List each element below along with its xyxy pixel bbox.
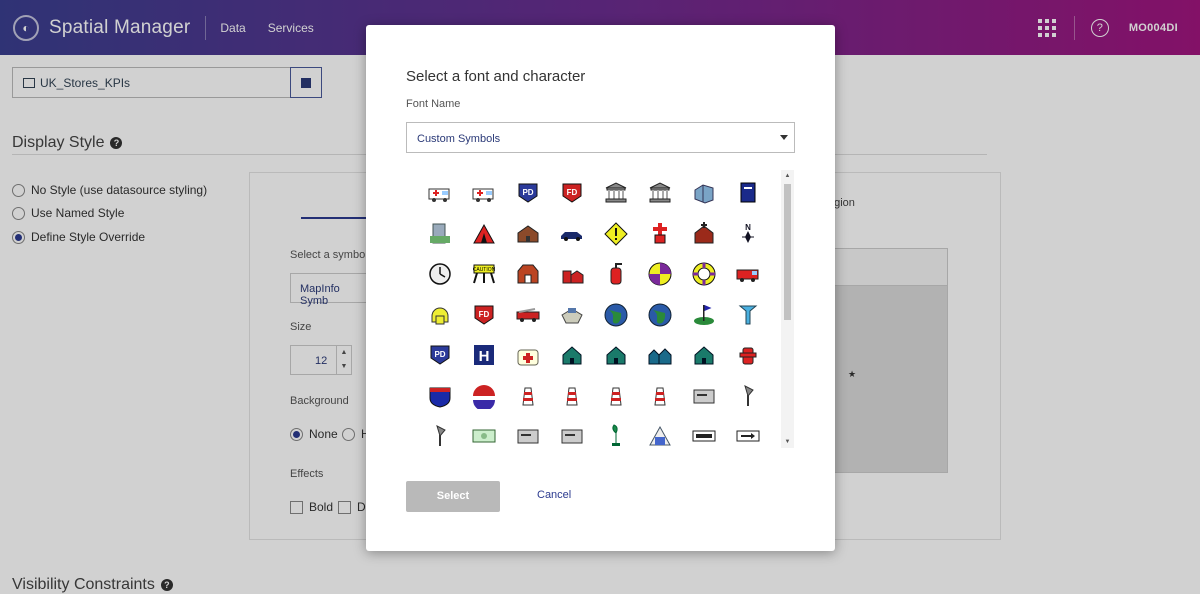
mailbox-3-icon[interactable]	[550, 416, 594, 449]
bank-2-icon[interactable]	[638, 173, 682, 214]
select-button[interactable]: Select	[406, 481, 500, 512]
fire-helmet-icon[interactable]	[418, 295, 462, 336]
font-name-select[interactable]: Custom Symbols	[406, 122, 795, 153]
dialog-title: Select a font and character	[406, 68, 586, 85]
globe-icon[interactable]	[594, 295, 638, 336]
hospital-icon[interactable]: H	[462, 335, 506, 376]
museum-icon[interactable]	[638, 416, 682, 449]
cabin-icon[interactable]	[506, 214, 550, 255]
fire-hydrant-icon[interactable]	[726, 335, 770, 376]
svg-text:PD: PD	[434, 350, 445, 359]
first-aid-kit-icon[interactable]	[506, 335, 550, 376]
car-icon[interactable]	[550, 214, 594, 255]
warning-sign-icon[interactable]	[594, 214, 638, 255]
lighthouse-3-icon[interactable]	[594, 376, 638, 417]
lamp-2-icon[interactable]	[418, 416, 462, 449]
ambulance-2-icon[interactable]	[462, 173, 506, 214]
house-2-icon[interactable]	[594, 335, 638, 376]
lighthouse-2-icon[interactable]	[550, 376, 594, 417]
cross-icon[interactable]	[638, 214, 682, 255]
barn-icon[interactable]	[506, 254, 550, 295]
grid-scrollbar[interactable]: ▲ ▼	[781, 170, 794, 448]
ship-icon[interactable]	[550, 295, 594, 336]
clock-icon[interactable]	[418, 254, 462, 295]
svg-text:H: H	[479, 348, 490, 365]
us-highway-shield-icon[interactable]	[462, 376, 506, 417]
building-icon[interactable]	[682, 173, 726, 214]
life-ring-icon[interactable]	[682, 254, 726, 295]
svg-text:FD: FD	[567, 188, 578, 197]
svg-text:CAUTION: CAUTION	[473, 267, 496, 273]
font-character-dialog: Select a font and character Font Name Cu…	[366, 25, 835, 551]
book-icon[interactable]	[726, 173, 770, 214]
lighthouse-icon[interactable]	[506, 376, 550, 417]
tent-icon[interactable]	[462, 214, 506, 255]
font-name-label: Font Name	[406, 98, 461, 110]
chevron-down-icon	[780, 135, 788, 140]
character-grid-container: PD FD N CAUTION FD PD H	[406, 169, 795, 449]
police-badge-2-icon[interactable]: PD	[418, 335, 462, 376]
plant-icon[interactable]	[594, 416, 638, 449]
compass-icon[interactable]: N	[726, 214, 770, 255]
golf-flag-icon[interactable]	[682, 295, 726, 336]
church-icon[interactable]	[682, 214, 726, 255]
office-building-icon[interactable]	[418, 214, 462, 255]
font-name-value: Custom Symbols	[417, 133, 501, 145]
svg-text:N: N	[745, 223, 751, 232]
arrow-bill-icon[interactable]	[726, 416, 770, 449]
fire-truck-icon[interactable]	[726, 254, 770, 295]
cancel-button[interactable]: Cancel	[537, 489, 571, 501]
fire-dept-badge-2-icon[interactable]: FD	[462, 295, 506, 336]
house-3-icon[interactable]	[682, 335, 726, 376]
svg-text:FD: FD	[479, 310, 490, 319]
quadrant-target-icon[interactable]	[638, 254, 682, 295]
character-grid: PD FD N CAUTION FD PD H	[418, 173, 770, 449]
svg-text:PD: PD	[522, 188, 533, 197]
dollar-bill-icon[interactable]	[682, 416, 726, 449]
mailbox-2-icon[interactable]	[506, 416, 550, 449]
scroll-thumb[interactable]	[784, 184, 791, 320]
construction-icon[interactable]: CAUTION	[462, 254, 506, 295]
fire-extinguisher-icon[interactable]	[594, 254, 638, 295]
ambulance-icon[interactable]	[418, 173, 462, 214]
interstate-shield-icon[interactable]	[418, 376, 462, 417]
golf-tee-icon[interactable]	[726, 295, 770, 336]
fire-engine-icon[interactable]	[506, 295, 550, 336]
house-icon[interactable]	[550, 335, 594, 376]
scroll-down-icon[interactable]: ▼	[781, 436, 794, 448]
lamp-icon[interactable]	[726, 376, 770, 417]
bank-icon[interactable]	[594, 173, 638, 214]
farm-icon[interactable]	[550, 254, 594, 295]
fire-dept-badge-icon[interactable]: FD	[550, 173, 594, 214]
lighthouse-4-icon[interactable]	[638, 376, 682, 417]
scroll-up-icon[interactable]: ▲	[781, 170, 794, 182]
mailbox-icon[interactable]	[682, 376, 726, 417]
police-badge-icon[interactable]: PD	[506, 173, 550, 214]
houses-icon[interactable]	[638, 335, 682, 376]
money-icon[interactable]	[462, 416, 506, 449]
globe-2-icon[interactable]	[638, 295, 682, 336]
